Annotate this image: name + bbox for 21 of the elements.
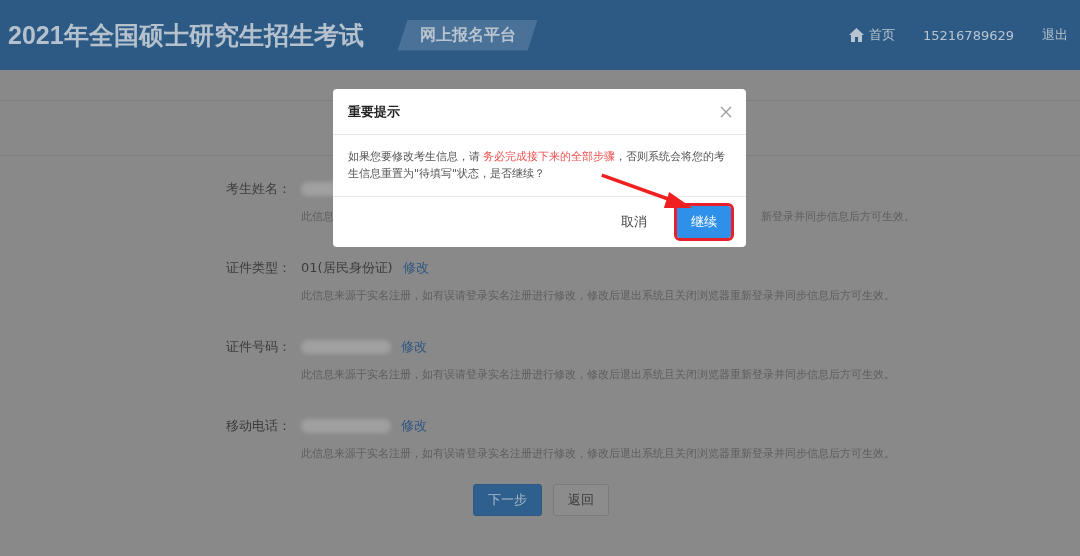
field-label: 证件类型： <box>226 259 291 277</box>
nav-link[interactable]: 退出 <box>1042 26 1068 44</box>
field-label: 考生姓名： <box>226 180 291 198</box>
edit-link[interactable]: 修改 <box>401 417 427 435</box>
next-step-button[interactable]: 下一步 <box>473 484 542 516</box>
home-icon <box>849 28 864 42</box>
back-button[interactable]: 返回 <box>553 484 609 516</box>
edit-link[interactable]: 修改 <box>401 338 427 356</box>
site-title: 2021年全国硕士研究生招生考试 <box>8 19 364 51</box>
home-link[interactable]: 首页 <box>849 26 895 44</box>
nav-link[interactable]: 15216789629 <box>923 27 1014 43</box>
field-value: 01(居民身份证) <box>301 259 393 277</box>
dialog-title: 重要提示 <box>348 102 400 121</box>
edit-link[interactable]: 修改 <box>402 259 429 277</box>
dialog-message: 如果您要修改考生信息，请 务必完成接下来的全部步骤，否则系统会将您的考生信息重置为"待填写"状态，是否继续？ <box>348 149 727 182</box>
platform-tag: 网上报名平台 <box>397 19 538 51</box>
close-icon[interactable] <box>720 105 732 118</box>
field-label: 移动电话： <box>226 417 291 435</box>
field-label: 证件号码： <box>226 338 291 356</box>
continue-button[interactable]: 继续 <box>677 206 731 238</box>
cancel-button[interactable]: 取消 <box>607 206 661 238</box>
